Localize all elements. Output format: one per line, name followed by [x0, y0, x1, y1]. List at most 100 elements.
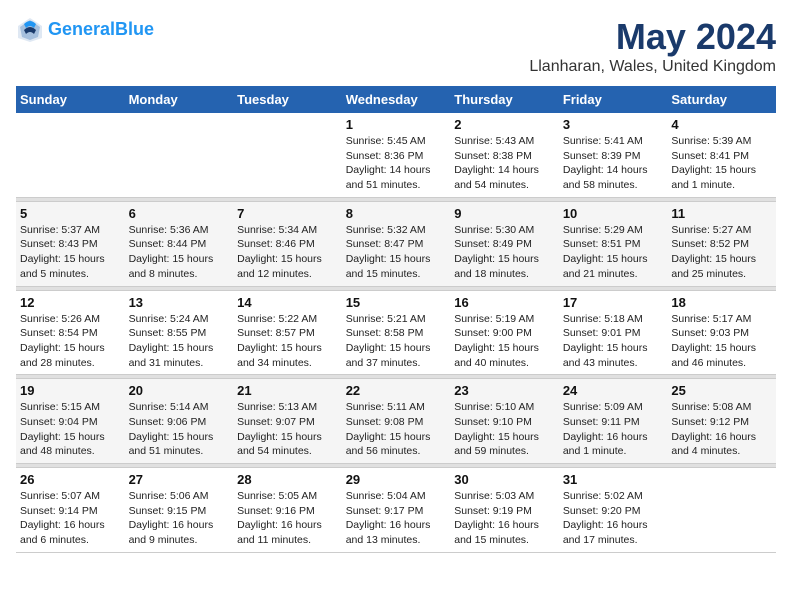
calendar-cell: 14Sunrise: 5:22 AMSunset: 8:57 PMDayligh…	[233, 290, 342, 375]
day-number: 6	[129, 206, 230, 221]
day-number: 14	[237, 295, 338, 310]
calendar-cell: 20 Sunrise: 5:14 AMSunset: 9:06 PMDayligh…	[125, 379, 234, 464]
calendar-week-row: 26 Sunrise: 5:07 AMSunset: 9:14 PMDayligh…	[16, 468, 776, 553]
logo-text: GeneralBlue	[48, 20, 154, 40]
cell-info: Sunrise: 5:34 AMSunset: 8:46 PMDaylight:…	[237, 223, 338, 282]
calendar-cell: 30 Sunrise: 5:03 AMSunset: 9:19 PMDayligh…	[450, 468, 559, 553]
weekday-header-row: SundayMondayTuesdayWednesdayThursdayFrid…	[16, 86, 776, 113]
weekday-header-thursday: Thursday	[450, 86, 559, 113]
cell-info: Sunrise: 5:24 AMSunset: 8:55 PMDaylight:…	[129, 312, 230, 371]
day-number: 3	[563, 117, 664, 132]
cell-info: Sunrise: 5:07 AMSunset: 9:14 PMDaylight:…	[20, 489, 121, 548]
calendar-cell: 6 Sunrise: 5:36 AMSunset: 8:44 PMDaylight…	[125, 201, 234, 286]
cell-info: Sunrise: 5:10 AMSunset: 9:10 PMDaylight:…	[454, 400, 555, 459]
cell-info: Sunrise: 5:04 AMSunset: 9:17 PMDaylight:…	[346, 489, 447, 548]
day-number: 17	[563, 295, 664, 310]
day-number: 22	[346, 383, 447, 398]
cell-info: Sunrise: 5:11 AMSunset: 9:08 PMDaylight:…	[346, 400, 447, 459]
calendar-cell: 19 Sunrise: 5:15 AMSunset: 9:04 PMDayligh…	[16, 379, 125, 464]
day-number: 16	[454, 295, 555, 310]
day-number: 7	[237, 206, 338, 221]
cell-info: Sunrise: 5:02 AMSunset: 9:20 PMDaylight:…	[563, 489, 664, 548]
calendar-cell: 2 Sunrise: 5:43 AMSunset: 8:38 PMDaylight…	[450, 113, 559, 197]
cell-info: Sunrise: 5:37 AMSunset: 8:43 PMDaylight:…	[20, 223, 121, 282]
calendar-cell	[667, 468, 776, 553]
page-header: GeneralBlue May 2024 Llanharan, Wales, U…	[16, 16, 776, 76]
calendar-cell: 28Sunrise: 5:05 AMSunset: 9:16 PMDayligh…	[233, 468, 342, 553]
weekday-header-monday: Monday	[125, 86, 234, 113]
cell-info: Sunrise: 5:43 AMSunset: 8:38 PMDaylight:…	[454, 134, 555, 193]
calendar-cell: 17Sunrise: 5:18 AMSunset: 9:01 PMDayligh…	[559, 290, 668, 375]
day-number: 1	[346, 117, 447, 132]
calendar-cell	[125, 113, 234, 197]
day-number: 13	[129, 295, 230, 310]
day-number: 9	[454, 206, 555, 221]
cell-info: Sunrise: 5:45 AMSunset: 8:36 PMDaylight:…	[346, 134, 447, 193]
main-title: May 2024	[529, 16, 776, 58]
weekday-header-wednesday: Wednesday	[342, 86, 451, 113]
day-number: 19	[20, 383, 121, 398]
logo-line1: General	[48, 19, 115, 39]
cell-info: Sunrise: 5:17 AMSunset: 9:03 PMDaylight:…	[671, 312, 772, 371]
cell-info: Sunrise: 5:41 AMSunset: 8:39 PMDaylight:…	[563, 134, 664, 193]
calendar-cell: 24Sunrise: 5:09 AMSunset: 9:11 PMDayligh…	[559, 379, 668, 464]
weekday-header-tuesday: Tuesday	[233, 86, 342, 113]
calendar-cell: 29 Sunrise: 5:04 AMSunset: 9:17 PMDayligh…	[342, 468, 451, 553]
weekday-header-sunday: Sunday	[16, 86, 125, 113]
cell-info: Sunrise: 5:03 AMSunset: 9:19 PMDaylight:…	[454, 489, 555, 548]
cell-info: Sunrise: 5:06 AMSunset: 9:15 PMDaylight:…	[129, 489, 230, 548]
calendar-cell: 5 Sunrise: 5:37 AMSunset: 8:43 PMDaylight…	[16, 201, 125, 286]
calendar-cell: 8 Sunrise: 5:32 AMSunset: 8:47 PMDaylight…	[342, 201, 451, 286]
calendar-cell: 1 Sunrise: 5:45 AMSunset: 8:36 PMDaylight…	[342, 113, 451, 197]
cell-info: Sunrise: 5:29 AMSunset: 8:51 PMDaylight:…	[563, 223, 664, 282]
calendar-cell: 22 Sunrise: 5:11 AMSunset: 9:08 PMDayligh…	[342, 379, 451, 464]
day-number: 12	[20, 295, 121, 310]
cell-info: Sunrise: 5:15 AMSunset: 9:04 PMDaylight:…	[20, 400, 121, 459]
logo-icon	[16, 16, 44, 44]
day-number: 15	[346, 295, 447, 310]
day-number: 30	[454, 472, 555, 487]
cell-info: Sunrise: 5:36 AMSunset: 8:44 PMDaylight:…	[129, 223, 230, 282]
cell-info: Sunrise: 5:14 AMSunset: 9:06 PMDaylight:…	[129, 400, 230, 459]
weekday-header-saturday: Saturday	[667, 86, 776, 113]
calendar-cell: 10 Sunrise: 5:29 AMSunset: 8:51 PMDayligh…	[559, 201, 668, 286]
day-number: 21	[237, 383, 338, 398]
calendar-cell: 12 Sunrise: 5:26 AMSunset: 8:54 PMDayligh…	[16, 290, 125, 375]
day-number: 20	[129, 383, 230, 398]
day-number: 10	[563, 206, 664, 221]
calendar-cell: 16 Sunrise: 5:19 AMSunset: 9:00 PMDayligh…	[450, 290, 559, 375]
day-number: 8	[346, 206, 447, 221]
cell-info: Sunrise: 5:27 AMSunset: 8:52 PMDaylight:…	[671, 223, 772, 282]
calendar-table: SundayMondayTuesdayWednesdayThursdayFrid…	[16, 86, 776, 553]
cell-info: Sunrise: 5:32 AMSunset: 8:47 PMDaylight:…	[346, 223, 447, 282]
cell-info: Sunrise: 5:19 AMSunset: 9:00 PMDaylight:…	[454, 312, 555, 371]
day-number: 31	[563, 472, 664, 487]
calendar-cell: 26 Sunrise: 5:07 AMSunset: 9:14 PMDayligh…	[16, 468, 125, 553]
cell-info: Sunrise: 5:13 AMSunset: 9:07 PMDaylight:…	[237, 400, 338, 459]
day-number: 26	[20, 472, 121, 487]
calendar-cell: 27 Sunrise: 5:06 AMSunset: 9:15 PMDayligh…	[125, 468, 234, 553]
calendar-cell: 18Sunrise: 5:17 AMSunset: 9:03 PMDayligh…	[667, 290, 776, 375]
calendar-cell: 7 Sunrise: 5:34 AMSunset: 8:46 PMDaylight…	[233, 201, 342, 286]
day-number: 4	[671, 117, 772, 132]
day-number: 27	[129, 472, 230, 487]
weekday-header-friday: Friday	[559, 86, 668, 113]
calendar-cell: 11Sunrise: 5:27 AMSunset: 8:52 PMDayligh…	[667, 201, 776, 286]
cell-info: Sunrise: 5:08 AMSunset: 9:12 PMDaylight:…	[671, 400, 772, 459]
title-block: May 2024 Llanharan, Wales, United Kingdo…	[529, 16, 776, 76]
cell-info: Sunrise: 5:39 AMSunset: 8:41 PMDaylight:…	[671, 134, 772, 193]
day-number: 29	[346, 472, 447, 487]
calendar-cell	[16, 113, 125, 197]
day-number: 25	[671, 383, 772, 398]
calendar-cell: 4 Sunrise: 5:39 AMSunset: 8:41 PMDaylight…	[667, 113, 776, 197]
cell-info: Sunrise: 5:26 AMSunset: 8:54 PMDaylight:…	[20, 312, 121, 371]
calendar-cell: 25 Sunrise: 5:08 AMSunset: 9:12 PMDayligh…	[667, 379, 776, 464]
logo-line2: Blue	[115, 19, 154, 39]
day-number: 2	[454, 117, 555, 132]
day-number: 23	[454, 383, 555, 398]
calendar-cell: 15Sunrise: 5:21 AMSunset: 8:58 PMDayligh…	[342, 290, 451, 375]
cell-info: Sunrise: 5:09 AMSunset: 9:11 PMDaylight:…	[563, 400, 664, 459]
calendar-week-row: 12 Sunrise: 5:26 AMSunset: 8:54 PMDayligh…	[16, 290, 776, 375]
day-number: 5	[20, 206, 121, 221]
calendar-cell: 13 Sunrise: 5:24 AMSunset: 8:55 PMDayligh…	[125, 290, 234, 375]
